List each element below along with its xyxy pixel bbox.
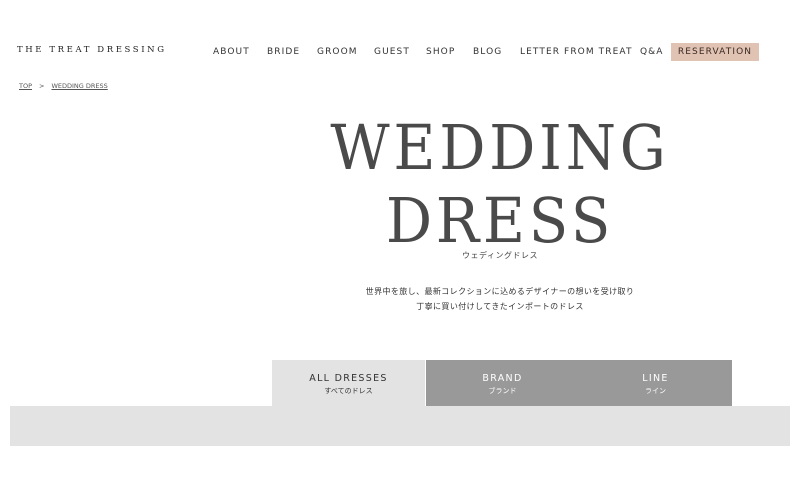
nav-qa[interactable]: Q&A (640, 43, 664, 61)
description-line2: 丁寧に買い付けしてきたインポートのドレス (416, 302, 584, 311)
tab-brand[interactable]: BRAND ブランド (426, 360, 579, 406)
nav-groom[interactable]: GROOM (317, 43, 358, 61)
page-title-line2: DRESS (385, 184, 615, 257)
nav-guest[interactable]: GUEST (374, 43, 410, 61)
breadcrumb-top-link[interactable]: TOP (19, 82, 32, 90)
description-line1: 世界中を旅し、最新コレクションに込めるデザイナーの想いを受け取り (365, 287, 635, 296)
dress-filter-tabs: ALL DRESSES すべてのドレス BRAND ブランド LINE ライン (272, 360, 732, 406)
nav-shop[interactable]: SHOP (426, 43, 455, 61)
nav-about[interactable]: ABOUT (213, 43, 250, 61)
tab-sublabel: ブランド (488, 387, 517, 395)
page-title-line1: WEDDING (330, 111, 670, 184)
tab-line[interactable]: LINE ライン (579, 360, 732, 406)
tab-label: ALL DRESSES (309, 373, 388, 384)
page-subtitle: ウェディングドレス (462, 251, 538, 260)
nav-letter-from-treat[interactable]: LETTER FROM TREAT (520, 43, 633, 61)
breadcrumb-current-link[interactable]: WEDDING DRESS (51, 82, 107, 90)
tab-label: LINE (642, 373, 669, 384)
breadcrumb: TOP > WEDDING DRESS (19, 82, 108, 90)
reservation-button[interactable]: RESERVATION (671, 43, 759, 61)
tab-sublabel: すべてのドレス (324, 387, 373, 395)
main-nav: ABOUT BRIDE GROOM GUEST SHOP BLOG LETTER… (0, 43, 800, 61)
page-title: WEDDING DRESS (300, 108, 700, 254)
breadcrumb-separator: > (39, 82, 45, 90)
tab-sublabel: ライン (645, 387, 666, 395)
nav-bride[interactable]: BRIDE (267, 43, 300, 61)
tab-label: BRAND (482, 373, 523, 384)
tab-content-panel (10, 406, 790, 446)
tab-all-dresses[interactable]: ALL DRESSES すべてのドレス (272, 360, 425, 406)
nav-blog[interactable]: BLOG (473, 43, 502, 61)
page-description: 世界中を旅し、最新コレクションに込めるデザイナーの想いを受け取り 丁寧に買い付け… (300, 284, 700, 314)
